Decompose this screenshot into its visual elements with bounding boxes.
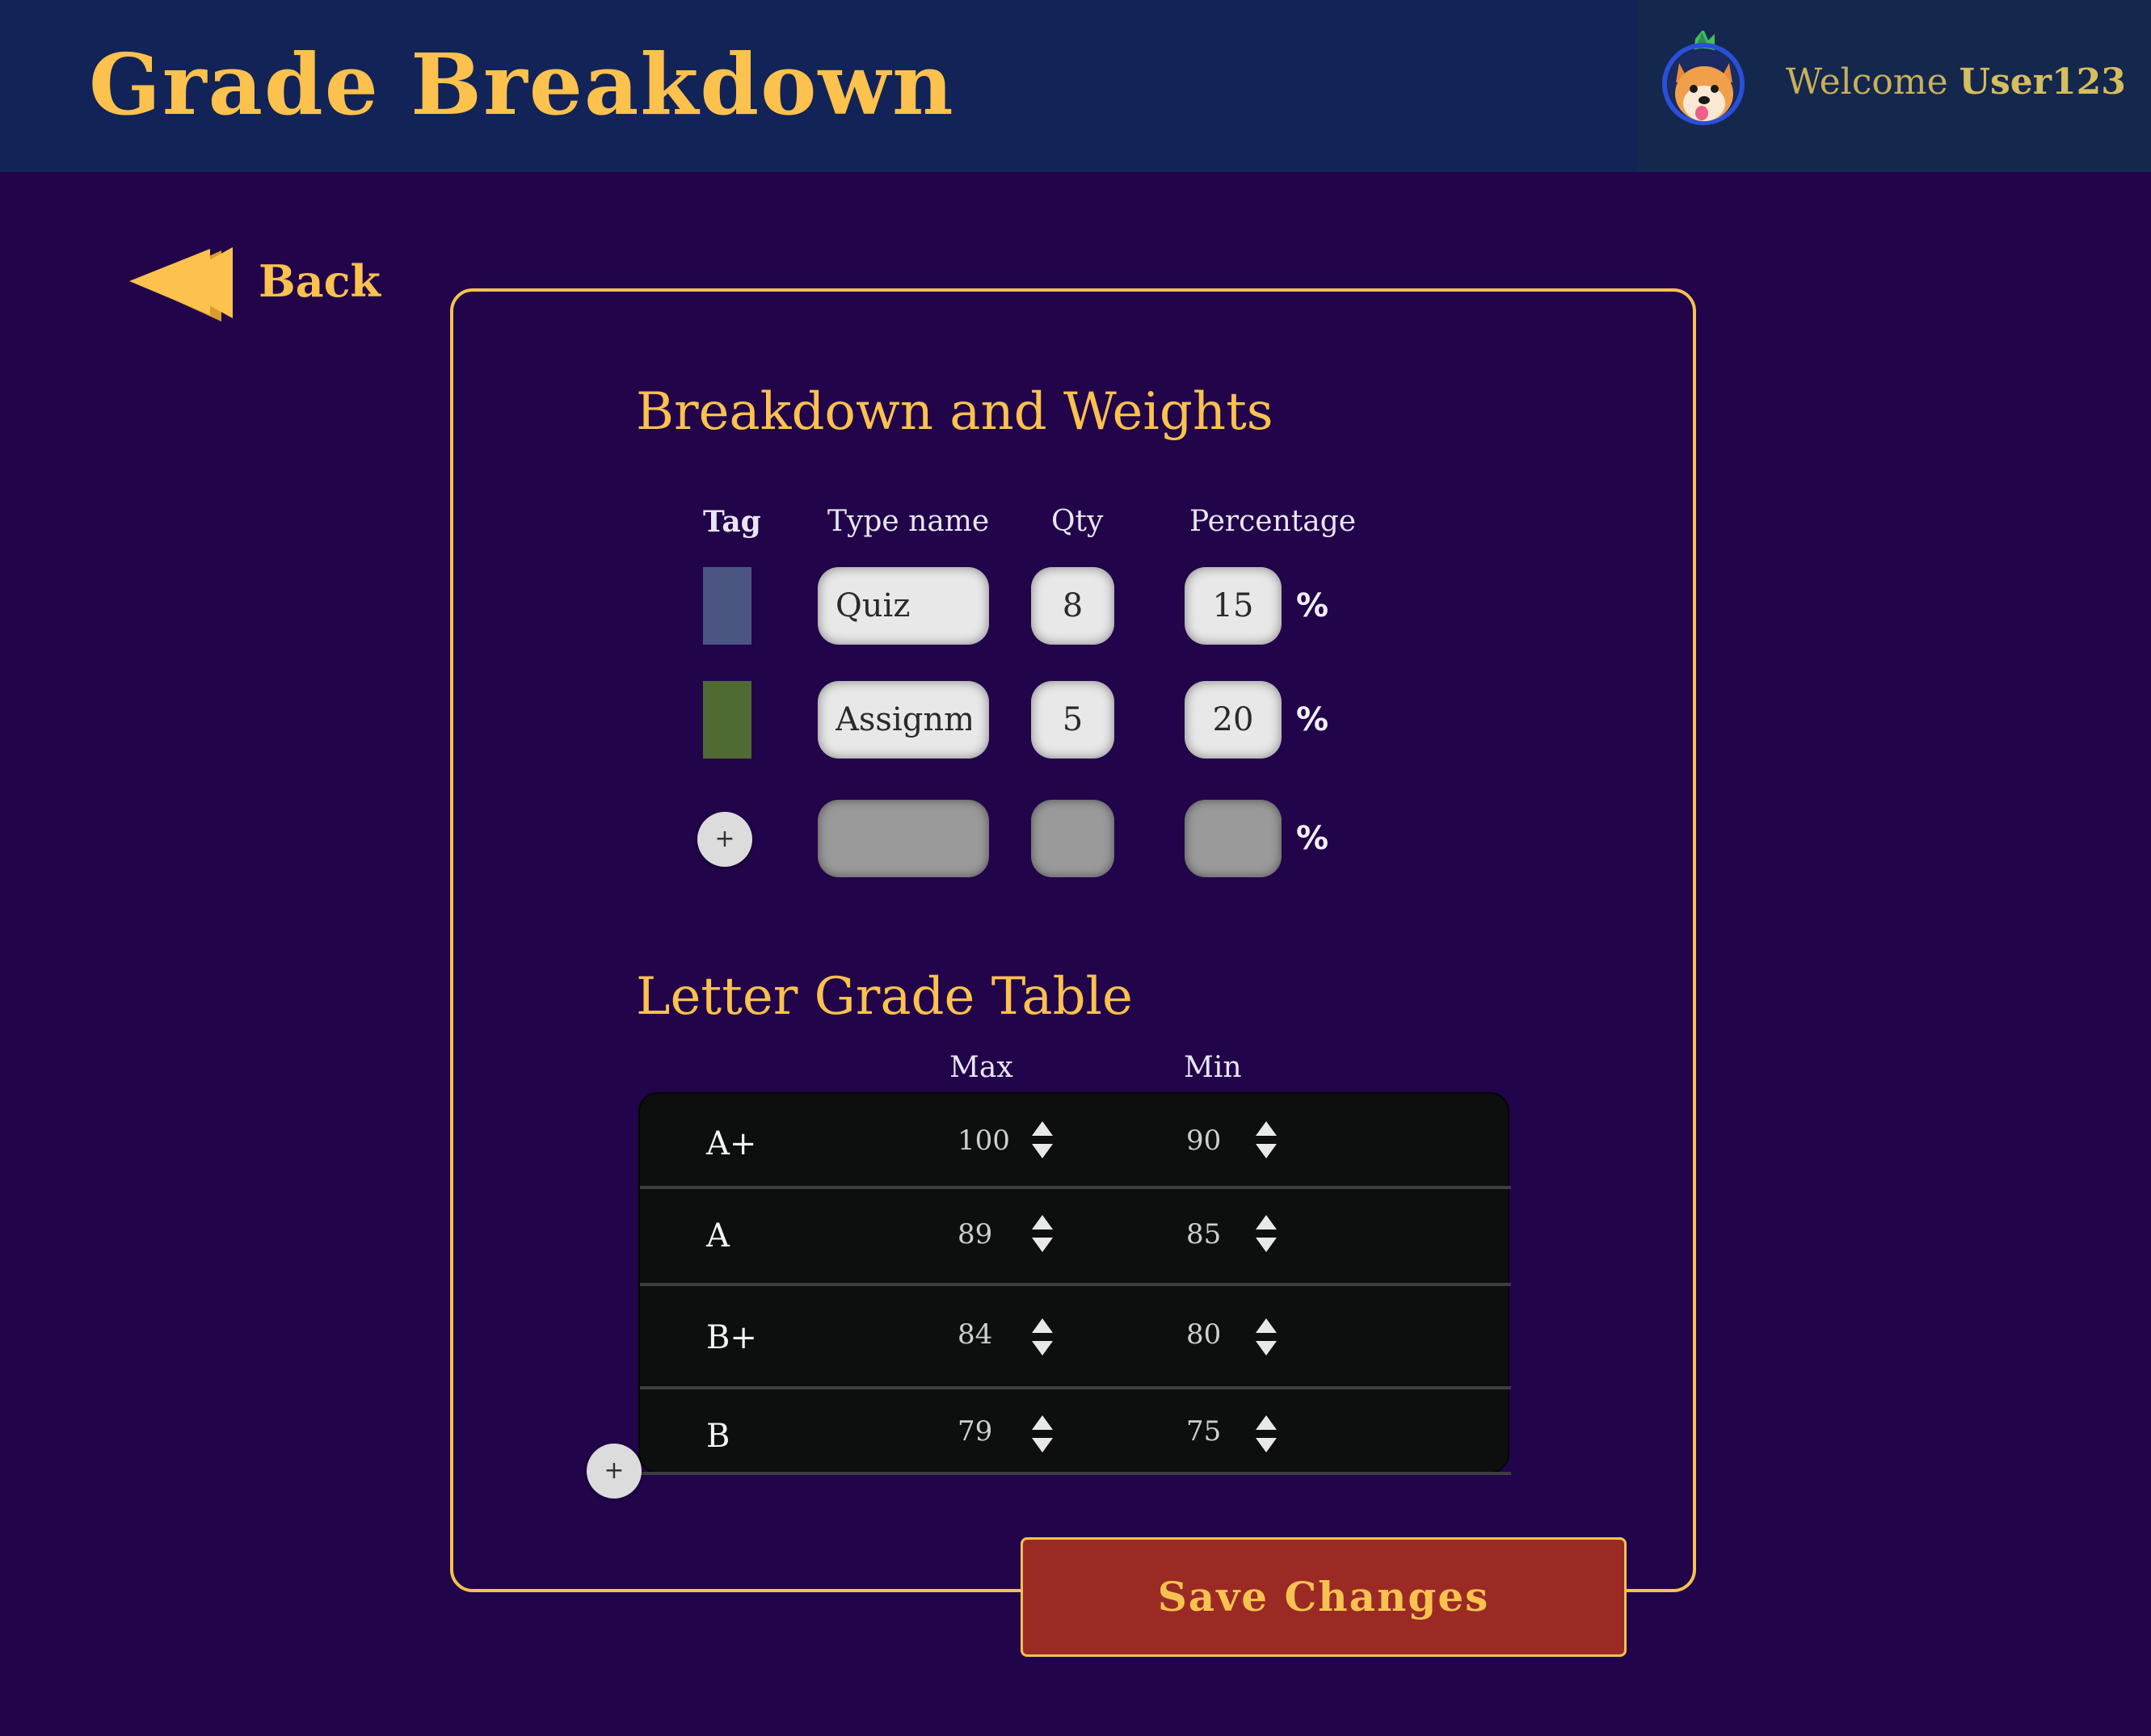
column-header-max: Max: [949, 1051, 1013, 1084]
percent-sign: %: [1296, 820, 1329, 857]
new-percentage-input[interactable]: [1185, 800, 1282, 877]
username: User123: [1959, 61, 2126, 103]
column-header-min: Min: [1184, 1051, 1242, 1084]
qty-input[interactable]: [1031, 567, 1114, 645]
back-arrow-icon: [129, 247, 233, 322]
grade-letter: B: [706, 1418, 730, 1455]
back-button[interactable]: Back: [121, 234, 381, 331]
add-grade-row-button[interactable]: +: [587, 1444, 642, 1499]
grade-letter: A: [706, 1217, 730, 1255]
min-spinner-icon[interactable]: [1254, 1120, 1278, 1160]
tag-color-swatch[interactable]: [703, 681, 751, 759]
min-spinner-icon[interactable]: [1254, 1414, 1278, 1454]
grade-letter: A+: [706, 1125, 757, 1162]
min-spinner-icon[interactable]: [1254, 1317, 1278, 1357]
grade-letter: B+: [706, 1319, 757, 1356]
min-spinner-icon[interactable]: [1254, 1213, 1278, 1254]
table-row: B 79 75: [640, 1389, 1511, 1475]
column-header-qty: Qty: [1051, 505, 1104, 538]
table-row: B+ 84 80: [640, 1286, 1511, 1389]
save-changes-button[interactable]: Save Changes: [1021, 1537, 1627, 1657]
save-changes-label: Save Changes: [1157, 1573, 1490, 1620]
type-name-input[interactable]: [818, 567, 989, 645]
max-value[interactable]: 84: [958, 1315, 992, 1354]
table-row: A 89 85: [640, 1189, 1511, 1286]
max-spinner-icon[interactable]: [1030, 1414, 1054, 1454]
percent-sign: %: [1296, 587, 1329, 624]
add-breakdown-row-button[interactable]: +: [697, 812, 752, 867]
column-header-percentage: Percentage: [1189, 505, 1357, 538]
qty-input[interactable]: [1031, 681, 1114, 759]
type-name-input[interactable]: [818, 681, 989, 759]
column-header-type-name: Type name: [827, 505, 990, 538]
max-value[interactable]: 79: [958, 1412, 992, 1451]
avatar[interactable]: [1661, 31, 1750, 136]
min-value[interactable]: 90: [1186, 1121, 1221, 1160]
min-value[interactable]: 75: [1186, 1412, 1221, 1451]
min-value[interactable]: 80: [1186, 1315, 1221, 1354]
welcome-message: Welcome User123: [1786, 58, 2126, 107]
max-value[interactable]: 100: [958, 1121, 1010, 1160]
back-label: Back: [259, 255, 381, 307]
breakdown-title: Breakdown and Weights: [636, 382, 1273, 442]
page-title: Grade Breakdown: [89, 35, 955, 134]
new-type-name-input[interactable]: [818, 800, 989, 877]
max-spinner-icon[interactable]: [1030, 1317, 1054, 1357]
new-qty-input[interactable]: [1031, 800, 1114, 877]
percent-sign: %: [1296, 701, 1329, 738]
column-header-tag: Tag: [703, 505, 761, 539]
percentage-input[interactable]: [1185, 567, 1282, 645]
tag-color-swatch[interactable]: [703, 567, 751, 645]
letter-grade-table: A+ 100 90 A 89 85 B+ 84 80 B 79 75: [638, 1092, 1511, 1475]
welcome-prefix: Welcome: [1786, 61, 1948, 103]
max-spinner-icon[interactable]: [1030, 1120, 1054, 1160]
min-value[interactable]: 85: [1186, 1215, 1221, 1254]
percentage-input[interactable]: [1185, 681, 1282, 759]
letter-grade-title: Letter Grade Table: [636, 967, 1133, 1027]
table-row: A+ 100 90: [640, 1094, 1511, 1189]
max-spinner-icon[interactable]: [1030, 1213, 1054, 1254]
max-value[interactable]: 89: [958, 1215, 992, 1254]
